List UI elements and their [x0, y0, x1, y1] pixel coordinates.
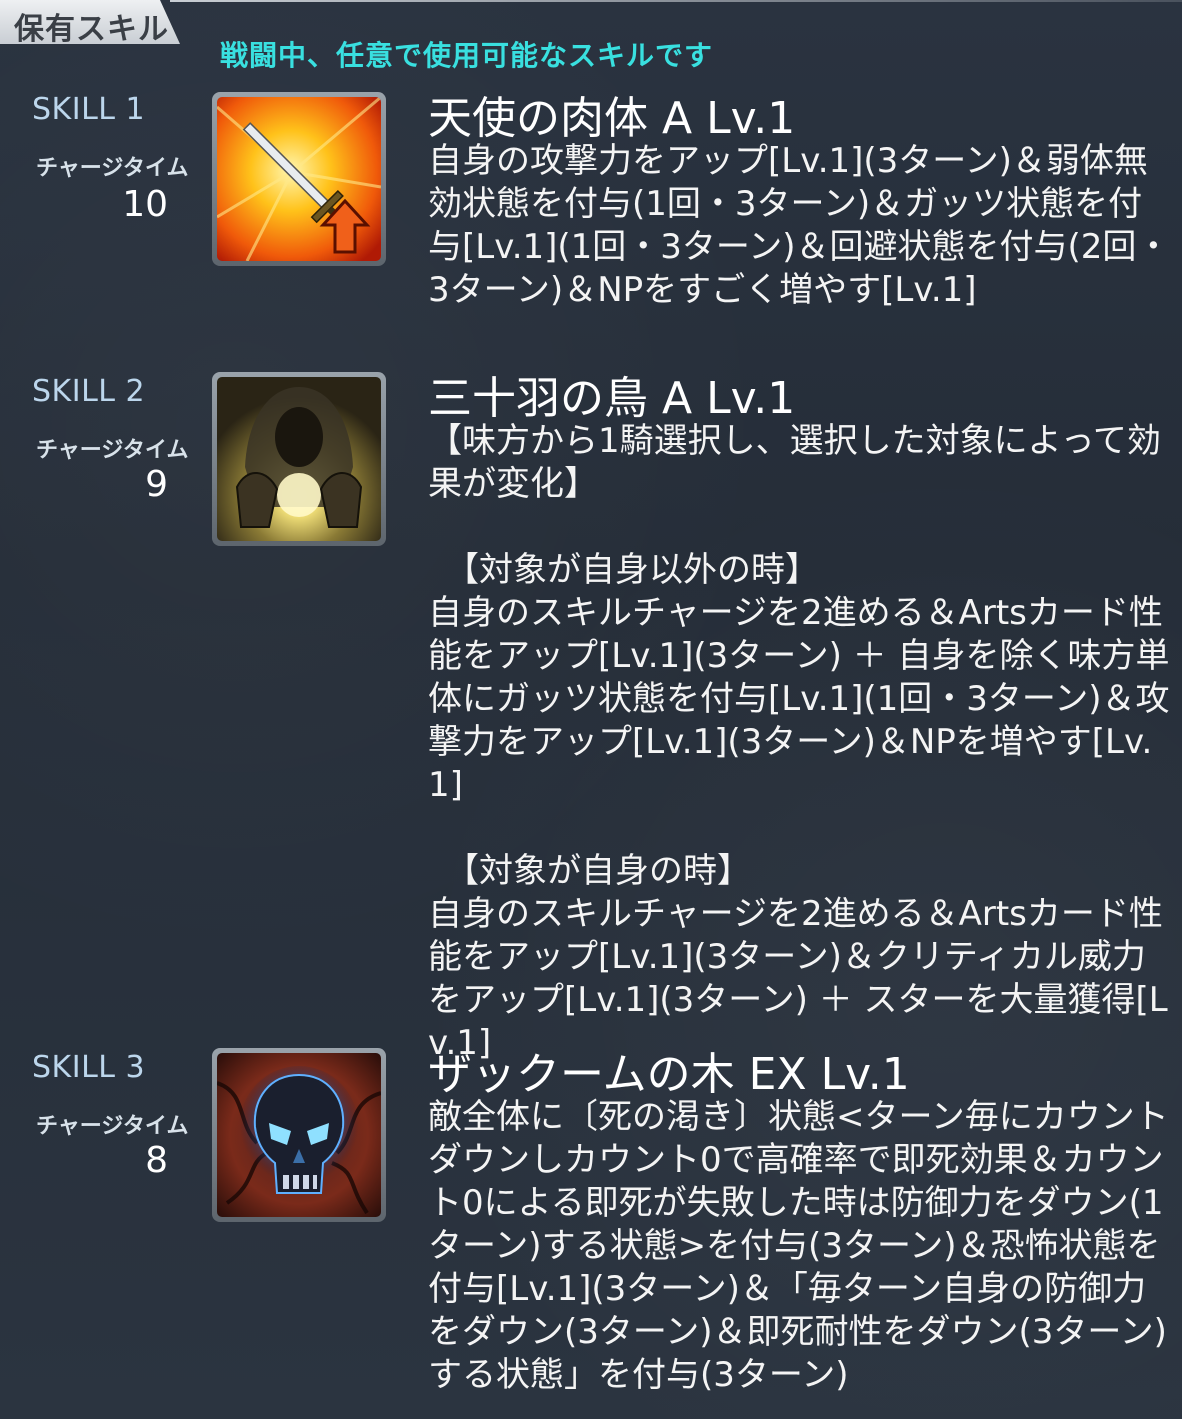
hooded-figure-orb-icon [217, 377, 381, 541]
skill-slot-label: SKILL 2 [32, 374, 146, 409]
skill-slot-label: SKILL 1 [32, 92, 146, 127]
skill-description: 敵全体に〔死の渇き〕状態<ターン毎にカウントダウンしカウント0で高確率で即死効果… [428, 1097, 1169, 1395]
section-tab-label: 保有スキル [14, 12, 169, 47]
charge-time-label: チャージタイム [36, 1114, 189, 1139]
skill-name: ザックームの木 EX Lv.1 [428, 1049, 910, 1100]
charge-time-value: 8 [145, 1140, 168, 1181]
skill-description: 自身の攻撃力をアップ[Lv.1](3ターン)＆弱体無効状態を付与(1回・3ターン… [428, 141, 1171, 310]
sword-attack-up-icon [217, 97, 381, 261]
charge-time-label: チャージタイム [36, 156, 189, 181]
skill-description: 【味方から1騎選択し、選択した対象によって効果が変化】 【対象が自身以外の時】 … [428, 421, 1170, 1063]
skull-death-icon [217, 1053, 381, 1217]
skill-slot-label: SKILL 3 [32, 1050, 146, 1085]
charge-time-value: 10 [122, 184, 168, 225]
skill-icon-frame[interactable] [212, 1048, 386, 1222]
charge-time-value: 9 [145, 464, 168, 505]
section-subtitle: 戦闘中、任意で使用可能なスキルです [220, 39, 714, 72]
skill-name: 三十羽の鳥 A Lv.1 [428, 373, 796, 424]
skill-icon-frame[interactable] [212, 92, 386, 266]
skill-icon-frame[interactable] [212, 372, 386, 546]
header-divider [170, 0, 1182, 2]
skill-name: 天使の肉体 A Lv.1 [428, 93, 796, 144]
charge-time-label: チャージタイム [36, 438, 189, 463]
